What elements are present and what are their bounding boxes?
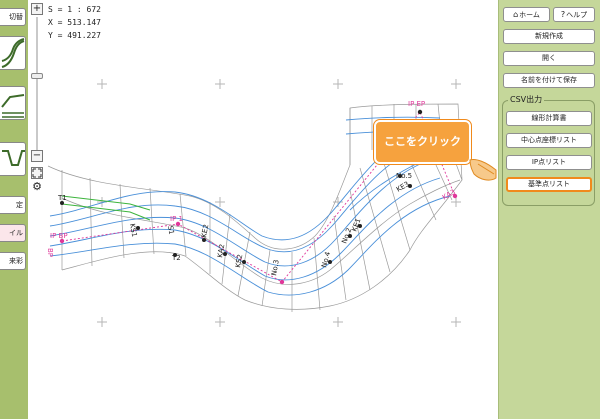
style-button[interactable]: イル — [0, 224, 26, 242]
label-s1: S1 — [166, 225, 175, 235]
save-as-button[interactable]: 名前を付けて保存 — [503, 73, 595, 88]
zoom-track[interactable] — [31, 17, 43, 153]
label-no4: No.4 — [320, 250, 332, 268]
cross-section-tool-button[interactable] — [0, 142, 26, 176]
label-no3: No.3 — [270, 259, 281, 276]
label-ka2: KA2 — [216, 243, 226, 258]
left-toolbar: 切替 定 イル 来彩 — [0, 0, 28, 419]
label-no5: No.5 — [396, 172, 412, 180]
profile-icon — [1, 94, 25, 118]
zoom-control: + − ⚙ — [31, 3, 43, 195]
label-ip1: IP 1 — [170, 215, 183, 223]
csv-output-label: CSV出力 — [508, 94, 545, 106]
pointing-hand-icon — [469, 159, 497, 181]
label-ip-ep: IP EP — [408, 100, 425, 108]
help-icon: ? — [560, 10, 566, 19]
alignment-calc-button[interactable]: 線形計算書 — [506, 111, 592, 126]
label-ks2: KS2 — [234, 254, 244, 269]
click-here-callout: ここをクリック — [374, 120, 471, 164]
grid-crosses — [97, 79, 461, 327]
label-ks1: KS1 — [128, 223, 138, 238]
label-ke2: KE2 — [200, 224, 210, 239]
label-t2: T2 — [171, 254, 181, 262]
map-settings-button[interactable]: ⚙ — [31, 180, 43, 194]
zoom-out-button[interactable]: − — [31, 150, 43, 162]
scale-readout: S = 1 : 672 — [48, 5, 101, 14]
boundary-lines — [61, 195, 151, 221]
color-button[interactable]: 来彩 — [0, 252, 26, 270]
centerline-coords-button[interactable]: 中心点座標リスト — [506, 133, 592, 148]
fit-extent-icon — [32, 168, 42, 178]
zoom-in-button[interactable]: + — [31, 3, 43, 15]
x-readout: X = 513.147 — [48, 18, 101, 27]
label-bp: BP — [46, 248, 54, 257]
settings-button[interactable]: 定 — [0, 196, 26, 214]
toggle-button[interactable]: 切替 — [0, 8, 26, 26]
curve-tool-button[interactable] — [0, 36, 26, 70]
label-ip-bp: IP BP — [50, 232, 68, 240]
y-readout: Y = 491.227 — [48, 31, 101, 40]
zoom-slider-thumb[interactable] — [31, 73, 43, 79]
ip-points-button[interactable]: IP点リスト — [506, 155, 592, 170]
reference-points-button[interactable]: 基準点リスト — [506, 177, 592, 192]
home-icon: ⌂ — [513, 10, 519, 19]
profile-tool-button[interactable] — [0, 86, 26, 120]
map-canvas[interactable]: IP EP IP BP BP T1 T2 IP 1 KS1 S1 KE2 KA2… — [28, 0, 498, 419]
fit-extent-button[interactable] — [31, 167, 43, 179]
label-t1: T1 — [57, 194, 67, 202]
new-button[interactable]: 新規作成 — [503, 29, 595, 44]
coordinate-readout: S = 1 : 672 X = 513.147 Y = 491.227 — [48, 3, 101, 42]
help-button[interactable]: ?ヘルプ — [553, 7, 595, 22]
cross-section-icon — [2, 150, 25, 166]
gear-icon: ⚙ — [32, 180, 42, 193]
curve-icon — [1, 38, 25, 68]
open-button[interactable]: 開く — [503, 51, 595, 66]
home-button[interactable]: ⌂ホーム — [503, 7, 550, 22]
